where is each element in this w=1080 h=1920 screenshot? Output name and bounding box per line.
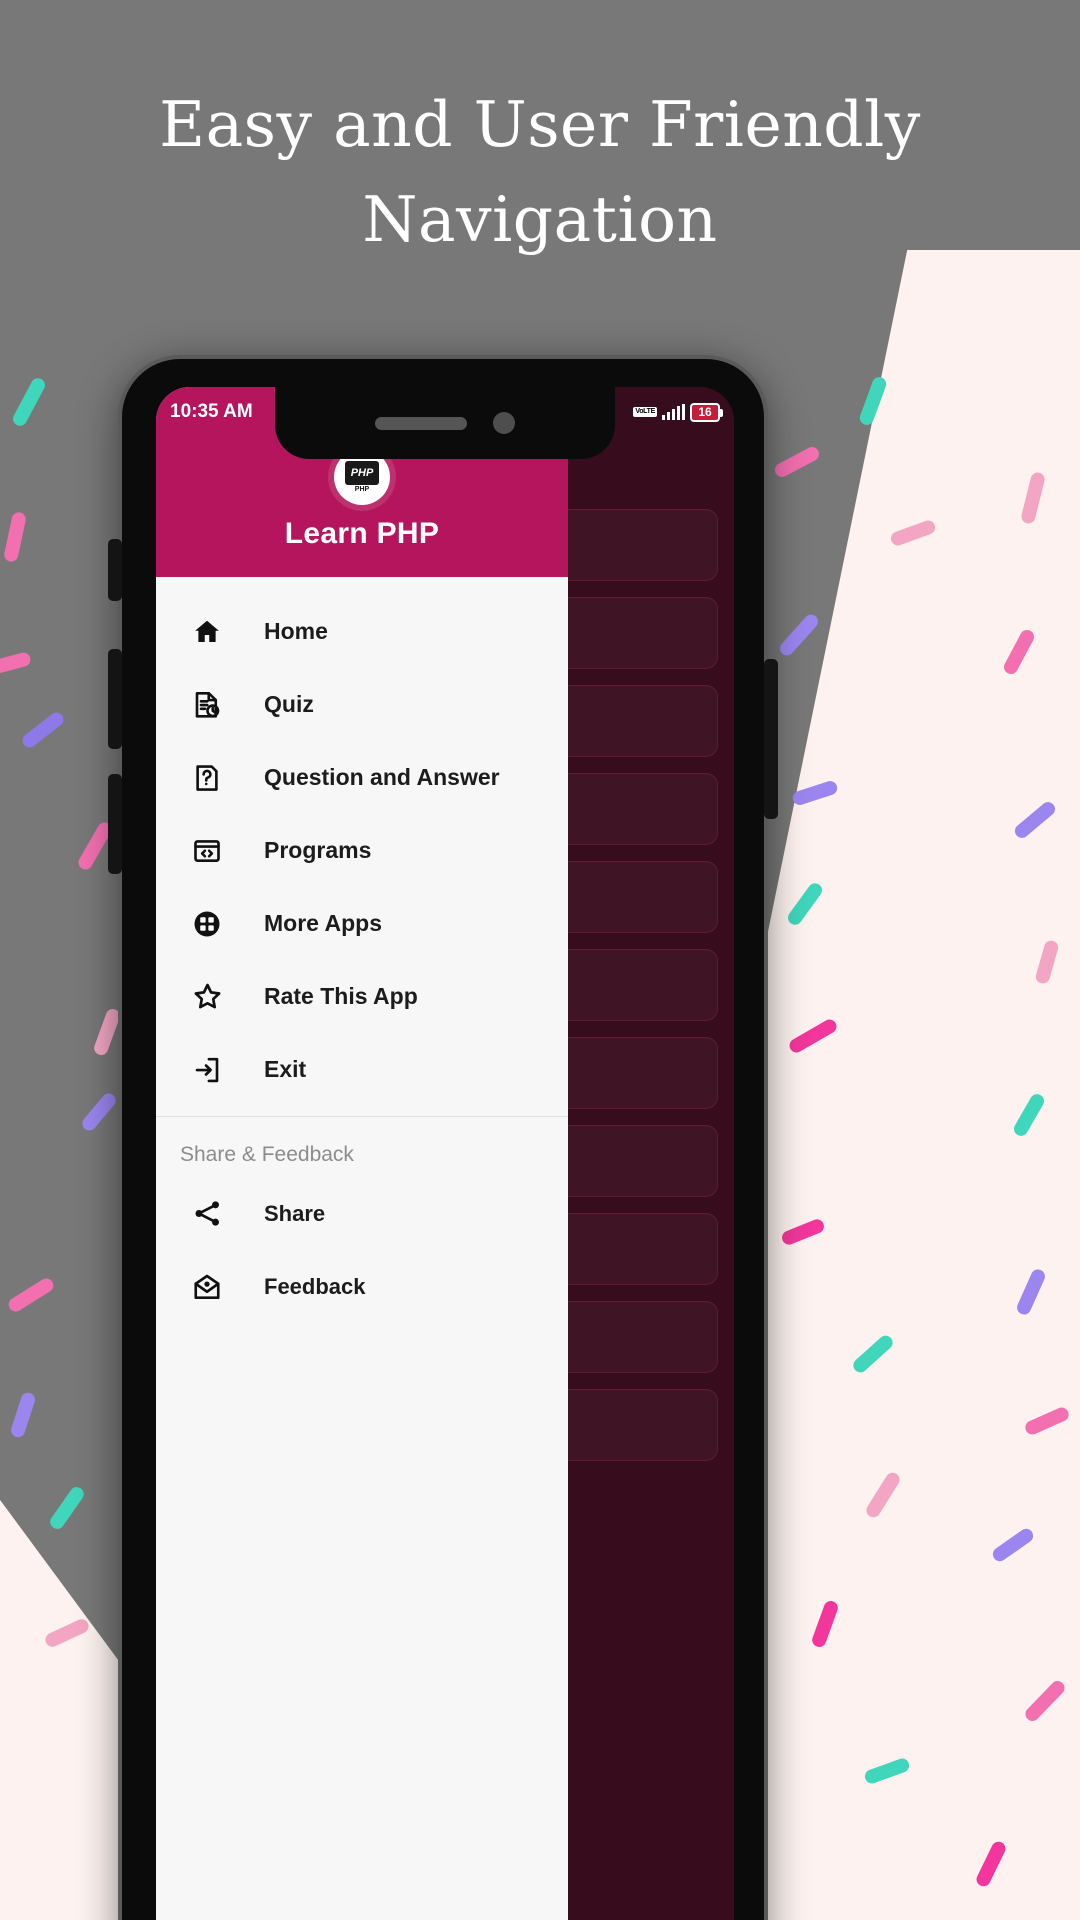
drawer-menu-list: Home Quiz Question and Answer Programs More … [156,577,568,1106]
phone-notch [275,387,615,459]
confetti-piece [19,709,67,751]
earpiece-speaker [375,416,467,430]
confetti-piece [10,375,48,429]
app-logo-sub-text: PHP [354,486,370,493]
drawer-item-programs[interactable]: Programs [156,814,568,887]
phone-side-button-volume-down [108,774,122,874]
status-bar-right: VoLTE 16 [633,402,723,422]
phone-screen: 10:35 AM VoLTE 16 PHP PHP Learn PHP Home… [156,387,734,1920]
drawer-item-feedback[interactable]: Feedback [156,1250,568,1323]
confetti-piece [6,1275,56,1315]
apps-grid-circle-icon [186,909,228,939]
app-logo-chip-text: PHP [345,461,379,485]
page-headline: Easy and User Friendly Navigation [159,88,921,256]
phone-side-button-power [764,659,778,819]
status-bar-time: 10:35 AM [170,401,253,422]
drawer-item-label: More Apps [264,910,382,936]
front-camera-icon [493,412,515,434]
battery-icon: 16 [690,402,723,422]
star-outline-icon [186,981,228,1012]
drawer-item-label: Share [264,1200,326,1226]
volte-icon: VoLTE [633,407,657,417]
drawer-item-label: Rate This App [264,983,418,1009]
drawer-section-label: Share & Feedback [180,1143,354,1166]
feedback-envelope-icon [186,1272,228,1302]
question-document-icon [186,763,228,793]
confetti-piece [47,1484,87,1532]
drawer-item-home[interactable]: Home [156,595,568,668]
confetti-piece [2,511,28,563]
drawer-item-label: Programs [264,837,372,863]
quiz-document-clock-icon [186,690,228,720]
drawer-item-quiz[interactable]: Quiz [156,668,568,741]
phone-mockup: 10:35 AM VoLTE 16 PHP PHP Learn PHP Home… [108,355,778,1920]
confetti-piece [777,611,821,659]
drawer-submenu-list: Share Feedback [156,1177,568,1323]
drawer-item-label: Home [264,618,328,644]
confetti-piece [772,444,822,480]
phone-side-button-volume-up [108,649,122,749]
share-icon [186,1198,228,1229]
confetti-piece [9,1390,37,1440]
phone-side-button-mute [108,539,122,601]
signal-strength-icon [662,404,685,420]
drawer-item-more-apps[interactable]: More Apps [156,887,568,960]
home-icon [186,617,228,647]
drawer-item-label: Feedback [264,1273,366,1299]
drawer-item-rate-this-app[interactable]: Rate This App [156,960,568,1033]
drawer-item-question-and-answer[interactable]: Question and Answer [156,741,568,814]
drawer-item-label: Exit [264,1056,307,1082]
drawer-item-exit[interactable]: Exit [156,1033,568,1106]
drawer-app-title: Learn PHP [284,517,440,550]
code-window-icon [186,836,228,866]
drawer-item-label: Quiz [264,691,314,717]
confetti-piece [0,651,32,677]
drawer-item-share[interactable]: Share [156,1177,568,1250]
drawer-item-label: Question and Answer [264,764,500,790]
navigation-drawer: PHP PHP Learn PHP Home Quiz Question and A… [156,387,568,1920]
confetti-piece [79,1090,119,1134]
exit-arrow-icon [186,1055,228,1085]
status-bar-left: 10:35 AM [170,401,253,423]
